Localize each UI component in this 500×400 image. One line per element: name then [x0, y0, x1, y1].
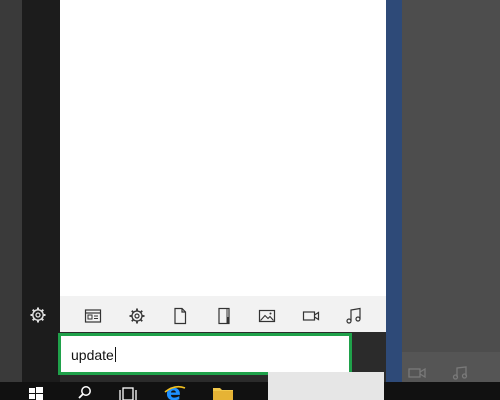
task-view-icon[interactable] — [118, 382, 138, 400]
text-caret — [114, 347, 116, 362]
background-window-edge — [386, 0, 402, 382]
edge-icon[interactable]: e — [164, 382, 186, 400]
file-explorer-icon[interactable] — [212, 382, 234, 400]
music-icon[interactable] — [345, 307, 363, 325]
search-box[interactable]: update — [58, 333, 352, 375]
taskbar — [0, 382, 500, 400]
settings-gear-icon[interactable] — [29, 306, 47, 324]
videos-icon[interactable] — [302, 307, 320, 325]
background-music-icon — [452, 366, 468, 382]
start-icon[interactable] — [28, 382, 44, 400]
search-icon[interactable] — [76, 382, 94, 400]
apps-icon[interactable] — [84, 307, 102, 325]
taskbar-thumbnail-preview — [268, 372, 384, 400]
svg-text:e: e — [166, 382, 181, 400]
search-input-value: update — [71, 347, 114, 363]
documents-icon[interactable] — [171, 307, 189, 325]
search-results-area — [60, 0, 386, 296]
background-video-icon — [408, 366, 426, 382]
desktop-background-left — [0, 0, 22, 382]
desktop-background-right — [386, 0, 500, 382]
settings-icon[interactable] — [128, 307, 146, 325]
start-menu-rail — [22, 0, 60, 382]
search-input[interactable]: update — [71, 347, 116, 363]
photos-icon[interactable] — [258, 307, 276, 325]
folders-icon[interactable] — [215, 307, 233, 325]
